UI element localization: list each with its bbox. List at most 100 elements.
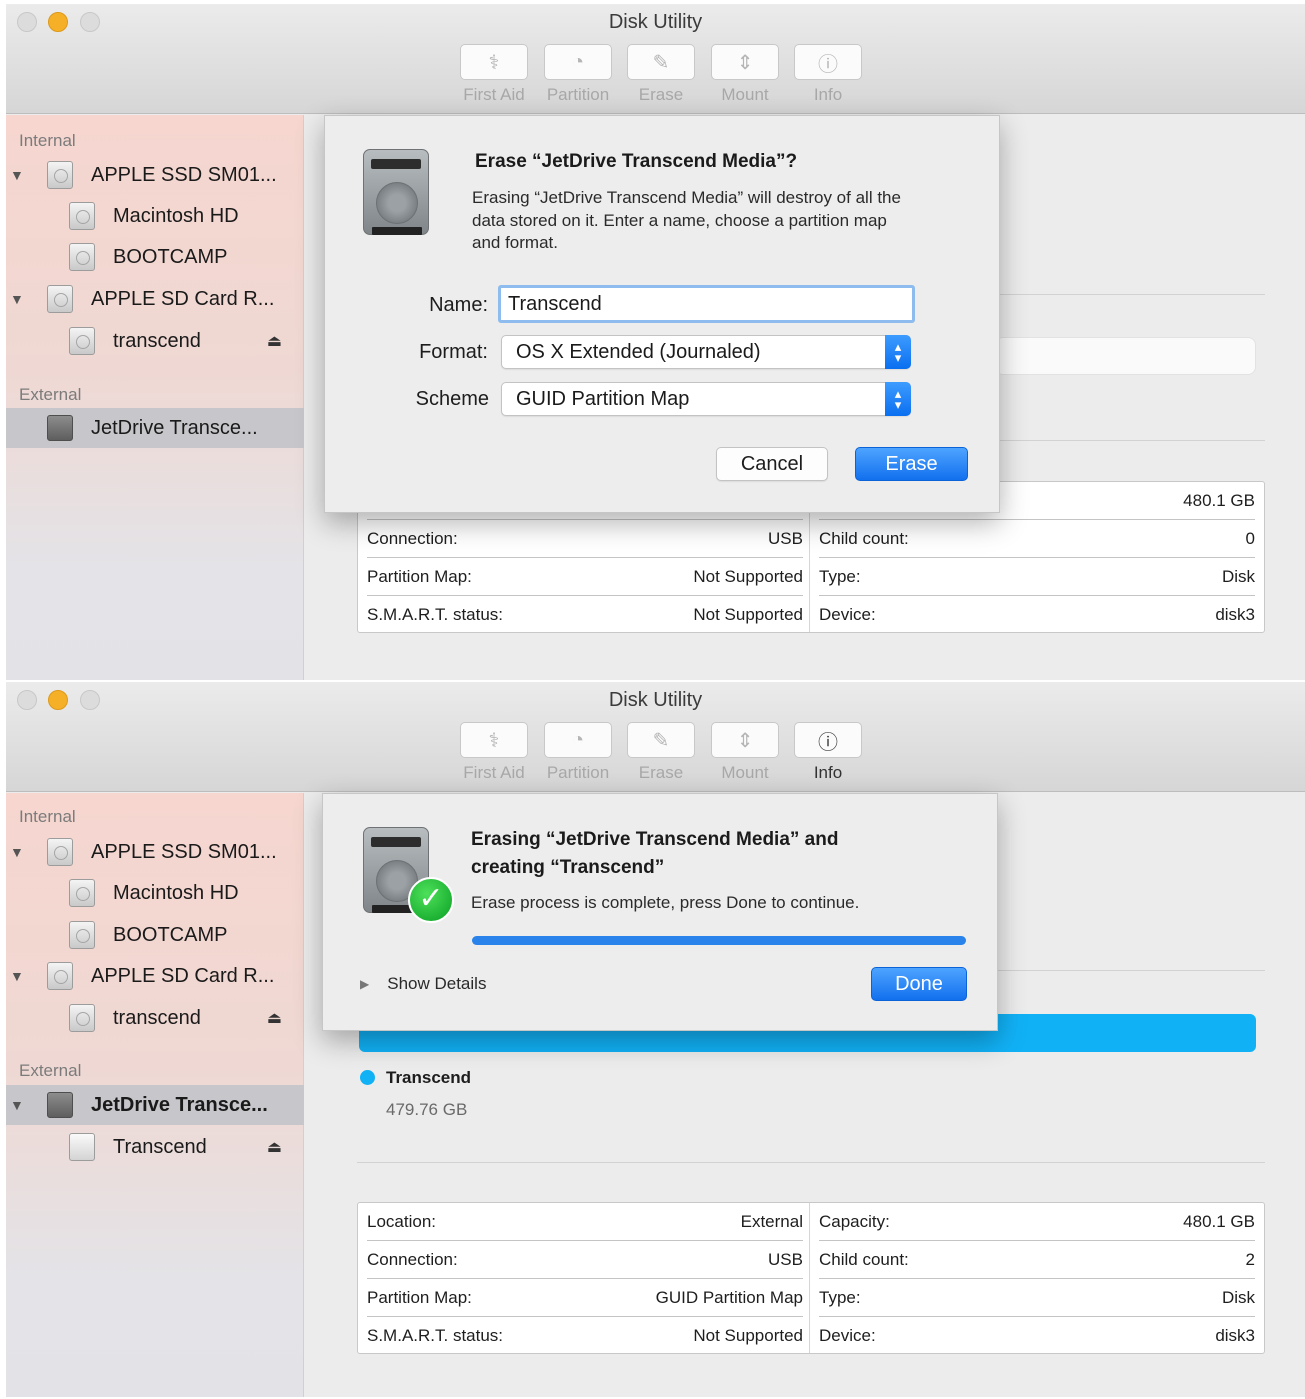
info-label: Device: [819, 605, 876, 624]
eject-icon[interactable]: ⏏ [267, 331, 282, 351]
sidebar: Internal ▼ APPLE SSD SM01... Macintosh H… [6, 115, 304, 680]
first-aid-button[interactable]: ⚕ First Aid [454, 722, 534, 783]
info-label: Location: [367, 1211, 436, 1231]
mount-label: Mount [721, 85, 769, 104]
sidebar-item-apple-sd-card[interactable]: ▼ APPLE SD Card R... [6, 956, 304, 996]
sidebar-item-transcend-volume[interactable]: transcend ⏏ [6, 998, 304, 1038]
sidebar-item-macintosh-hd[interactable]: Macintosh HD [6, 873, 304, 913]
info-button[interactable]: ⓘ Info [788, 722, 868, 783]
sidebar-item-transcend-volume[interactable]: transcend ⏏ [6, 321, 304, 361]
info-label: S.M.A.R.T. status: [367, 605, 504, 624]
dialog-message: Erase process is complete, press Done to… [471, 893, 860, 912]
disk-utility-window-erase-prompt: Disk Utility ⚕ First Aid ◔ Partition ✎ E… [6, 4, 1305, 680]
erase-label: Erase [638, 763, 684, 782]
sidebar-item-label: Macintosh HD [113, 881, 239, 904]
pie-icon: ◔ [544, 44, 612, 80]
name-field[interactable]: Transcend [498, 285, 915, 323]
eraser-icon: ✎ [627, 722, 695, 758]
hard-drive-icon [69, 1133, 95, 1161]
sidebar-item-jetdrive[interactable]: JetDrive Transce... [6, 408, 304, 448]
hard-drive-icon [47, 161, 73, 189]
info-button[interactable]: ⓘ Info [788, 44, 868, 105]
window-title: Disk Utility [608, 689, 703, 711]
done-button[interactable]: Done [871, 967, 967, 1001]
dialog-title-line-2: creating “Transcend” [471, 857, 665, 878]
sidebar-item-bootcamp[interactable]: BOOTCAMP [6, 915, 304, 955]
show-details-toggle[interactable]: ▶ Show Details [360, 974, 486, 994]
erase-dialog: Erase “JetDrive Transcend Media”? Erasin… [324, 115, 1000, 513]
erase-button[interactable]: ✎ Erase [621, 44, 701, 105]
sidebar-item-transcend-new-volume[interactable]: Transcend ⏏ [6, 1127, 304, 1167]
partition-button[interactable]: ◔ Partition [538, 722, 618, 783]
sidebar-item-apple-sd-card[interactable]: ▼ APPLE SD Card R... [6, 279, 304, 319]
info-row: Connection: USB [367, 1241, 803, 1279]
sidebar-item-jetdrive[interactable]: ▼ JetDrive Transce... [6, 1085, 304, 1125]
internal-section-label: Internal [19, 807, 76, 826]
format-select[interactable]: OS X Extended (Journaled) ▴ ▾ [501, 335, 911, 369]
sidebar-item-label: transcend [113, 329, 201, 352]
info-label: Type: [819, 566, 861, 586]
hard-drive-icon [69, 243, 95, 271]
info-label: S.M.A.R.T. status: [367, 1326, 504, 1345]
cancel-button[interactable]: Cancel [716, 447, 828, 481]
info-row: Child count: 0 [819, 520, 1255, 558]
hard-drive-icon [47, 962, 73, 990]
erase-button[interactable]: ✎ Erase [621, 722, 701, 783]
sidebar-item-label: transcend [113, 1006, 201, 1029]
window-toolbar: Disk Utility ⚕ First Aid ◔ Partition ✎ E… [6, 682, 1305, 792]
scheme-select[interactable]: GUID Partition Map ▴ ▾ [501, 382, 911, 416]
window-toolbar: Disk Utility ⚕ First Aid ◔ Partition ✎ E… [6, 4, 1305, 114]
disclosure-triangle-icon[interactable]: ▼ [10, 968, 24, 984]
pie-icon: ◔ [544, 722, 612, 758]
checkmark-icon: ✓ [408, 877, 454, 923]
select-stepper-icon: ▴ ▾ [885, 335, 911, 369]
format-label: Format: [419, 341, 488, 363]
eject-icon[interactable]: ⏏ [267, 1008, 282, 1028]
mount-button[interactable]: ⇕ Mount [705, 722, 785, 783]
sidebar-item-macintosh-hd[interactable]: Macintosh HD [6, 196, 304, 236]
disclosure-triangle-icon: ▶ [360, 977, 370, 991]
first-aid-button[interactable]: ⚕ First Aid [454, 44, 534, 105]
sidebar-item-label: APPLE SD Card R... [91, 964, 275, 987]
hard-drive-icon [47, 1092, 73, 1118]
sidebar-item-label: JetDrive Transce... [91, 1093, 268, 1116]
info-row: Device: disk3 [819, 596, 1255, 634]
disclosure-triangle-icon[interactable]: ▼ [10, 1097, 24, 1113]
info-row: Type: Disk [819, 1279, 1255, 1317]
info-column-left: Location: External Connection: USB Parti… [358, 1203, 810, 1353]
name-label: Name: [429, 294, 488, 316]
info-row: S.M.A.R.T. status: Not Supported [367, 596, 803, 634]
sidebar-item-apple-ssd[interactable]: ▼ APPLE SSD SM01... [6, 155, 304, 195]
info-value: Not Supported [693, 605, 803, 624]
mount-arrows-icon: ⇕ [711, 722, 779, 758]
info-row: Child count: 2 [819, 1241, 1255, 1279]
disclosure-triangle-icon[interactable]: ▼ [10, 167, 24, 183]
partition-button[interactable]: ◔ Partition [538, 44, 618, 105]
info-value: disk3 [1215, 1326, 1255, 1345]
info-row: Device: disk3 [819, 1317, 1255, 1355]
sidebar-item-apple-ssd[interactable]: ▼ APPLE SSD SM01... [6, 832, 304, 872]
info-value: Disk [1221, 566, 1255, 586]
info-row: Partition Map: GUID Partition Map [367, 1279, 803, 1317]
sidebar-item-bootcamp[interactable]: BOOTCAMP [6, 237, 304, 277]
info-label: Connection: [367, 528, 458, 548]
partition-size: 479.76 GB [386, 1100, 468, 1119]
hard-drive-icon [47, 285, 73, 313]
sidebar-item-label: APPLE SD Card R... [91, 287, 275, 310]
partition-label: Partition [546, 763, 610, 782]
info-value: Not Supported [693, 1326, 803, 1345]
eject-icon[interactable]: ⏏ [267, 1137, 282, 1157]
sidebar-item-label: BOOTCAMP [113, 245, 228, 268]
info-row: S.M.A.R.T. status: Not Supported [367, 1317, 803, 1355]
info-value: disk3 [1215, 605, 1255, 624]
hard-drive-icon [47, 838, 73, 866]
erase-confirm-button[interactable]: Erase [855, 447, 968, 481]
scheme-value: GUID Partition Map [516, 388, 690, 410]
dialog-title: Erase “JetDrive Transcend Media”? [475, 151, 798, 172]
disclosure-triangle-icon[interactable]: ▼ [10, 844, 24, 860]
disclosure-triangle-icon[interactable]: ▼ [10, 291, 24, 307]
hard-drive-icon [69, 327, 95, 355]
disk-info-table: Location: External Connection: USB Parti… [357, 1202, 1265, 1354]
stethoscope-icon: ⚕ [460, 44, 528, 80]
mount-button[interactable]: ⇕ Mount [705, 44, 785, 105]
